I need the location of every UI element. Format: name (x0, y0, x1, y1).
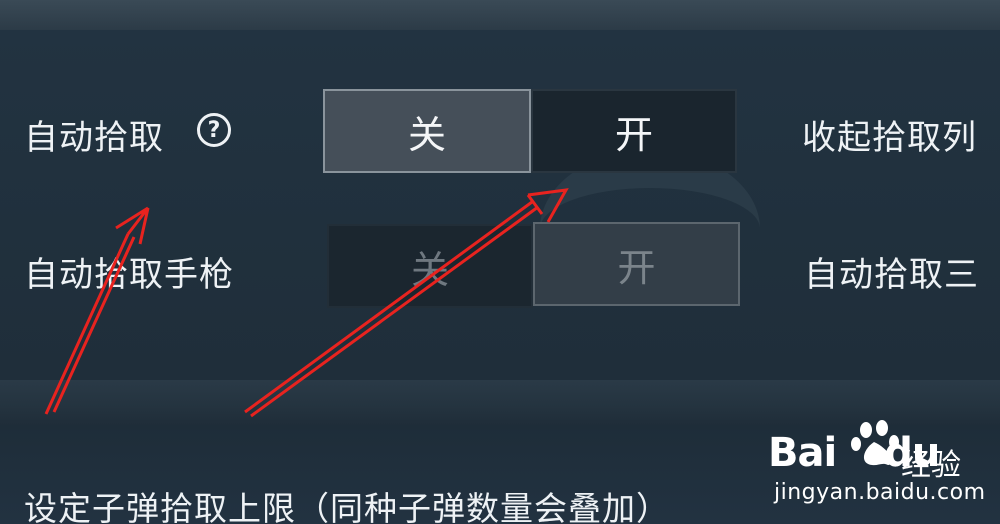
settings-screen: 自动拾取 ? 关 开 收起拾取列 自动拾取手枪 关 开 自动拾取三 设定子弹拾取… (0, 0, 1000, 524)
pickup-settings-panel (0, 30, 1000, 380)
ammo-pickup-limit-label: 设定子弹拾取上限（同种子弹数量会叠加） (24, 489, 670, 524)
baidu-watermark: Bai du 经验 jingyan.baidu.com (768, 410, 986, 510)
auto-pickup-pistol-on-button[interactable]: 开 (533, 222, 740, 306)
baidu-url: jingyan.baidu.com (774, 480, 986, 505)
auto-pickup-pistol-label: 自动拾取手枪 (24, 255, 234, 295)
baidu-brand-cn: 经验 (901, 448, 961, 483)
auto-pickup-on-button[interactable]: 开 (531, 89, 737, 173)
question-circle-icon[interactable]: ? (197, 113, 231, 147)
collapse-pickup-list-label: 收起拾取列 (802, 118, 977, 158)
auto-pickup-pistol-off-button[interactable]: 关 (327, 224, 533, 308)
auto-pickup-three-label: 自动拾取三 (804, 255, 979, 295)
auto-pickup-off-button[interactable]: 关 (323, 89, 531, 173)
top-strip (0, 0, 1000, 30)
auto-pickup-label: 自动拾取 (24, 118, 164, 158)
